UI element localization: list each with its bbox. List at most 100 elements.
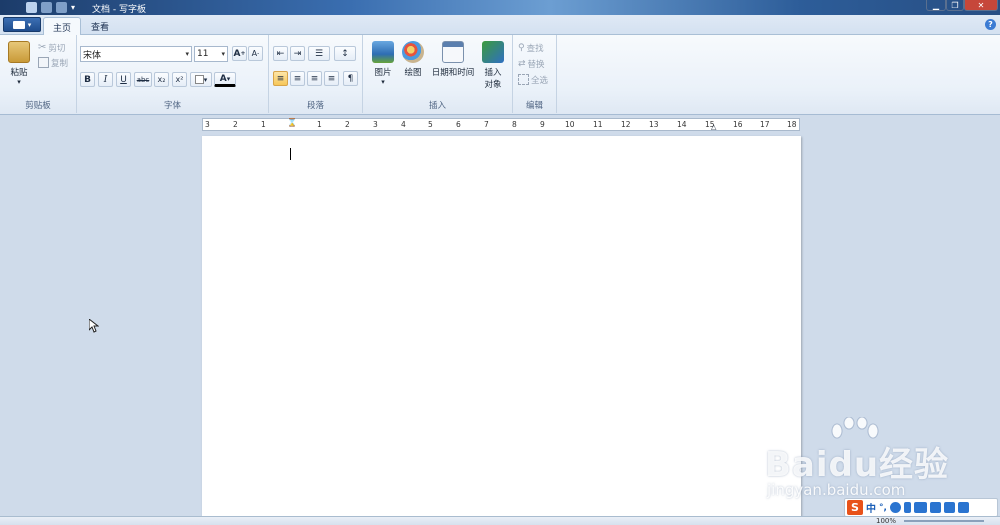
cut-label: 剪切	[48, 43, 66, 54]
zoom-level: 100%	[875, 517, 896, 525]
decrease-indent-icon[interactable]: ⇤	[273, 46, 288, 61]
find-button[interactable]: ⚲ 查找	[518, 41, 544, 54]
paste-button[interactable]: 粘贴 ▾	[5, 41, 33, 86]
subscript-button[interactable]: x₂	[154, 72, 169, 87]
font-group-label: 字体	[163, 101, 181, 111]
picture-label: 图片	[374, 68, 392, 78]
zoom-slider[interactable]	[904, 520, 984, 522]
microphone-icon[interactable]	[903, 502, 911, 513]
punctuation-icon[interactable]: °,	[879, 503, 887, 513]
highlighter-icon	[194, 75, 204, 84]
strikethrough-button[interactable]: abc	[134, 72, 152, 87]
ruler-label: 3	[373, 120, 378, 129]
line-spacing-icon[interactable]: ↕	[334, 46, 356, 61]
insert-datetime-button[interactable]: 日期和时间	[429, 41, 477, 78]
find-label: 查找	[526, 43, 544, 54]
select-all-label: 全选	[531, 75, 549, 86]
select-all-button[interactable]: 全选	[518, 73, 548, 86]
sogou-logo-icon[interactable]: S	[847, 500, 863, 515]
increase-indent-icon[interactable]: ⇥	[290, 46, 305, 61]
ruler[interactable]: 3 2 1 ⌛ 1 2 3 4 5 6 7 8 9 10 11 12 13 14…	[202, 118, 800, 131]
tab-home[interactable]: 主页	[43, 17, 82, 36]
insert-group: 图片 ▾ 绘图 日期和时间 插入 对象 插入	[363, 35, 513, 113]
bold-button[interactable]: B	[80, 72, 95, 87]
scissors-icon: ✂	[38, 42, 47, 53]
object-label-line1: 插入	[484, 68, 502, 78]
align-right-icon[interactable]: ≡	[307, 71, 322, 86]
superscript-button[interactable]: x²	[172, 72, 187, 87]
watermark: Baidu经验 jingyan.baidu.com	[765, 417, 995, 502]
highlight-color-button[interactable]: ▾	[190, 72, 212, 87]
editing-group-label: 编辑	[525, 101, 543, 111]
picture-icon	[372, 41, 394, 63]
customize-quick-access-icon[interactable]: ▾	[71, 3, 75, 12]
watermark-brand: Baidu经验	[765, 445, 950, 485]
ruler-label: 2	[345, 120, 350, 129]
justify-icon[interactable]: ≡	[324, 71, 339, 86]
maximize-button[interactable]: ❐	[946, 0, 964, 11]
copy-button[interactable]: 复制	[38, 56, 68, 69]
wrench-icon[interactable]	[957, 502, 969, 513]
document-page[interactable]	[202, 136, 801, 525]
grow-font-icon[interactable]: A +	[232, 46, 247, 61]
shirt-icon[interactable]	[943, 502, 955, 513]
editing-group: ⚲ 查找 ⇄ 替换 全选 编辑	[513, 35, 557, 113]
font-group: 宋体 ▾ 11 ▾ A + A- B I U abc x₂ x² ▾ A ▾ 字体	[77, 35, 269, 113]
font-family-select[interactable]: 宋体 ▾	[80, 46, 192, 62]
insert-picture-button[interactable]: 图片 ▾	[369, 41, 397, 86]
text-color-button[interactable]: A ▾	[214, 72, 236, 87]
help-icon[interactable]: ?	[985, 19, 996, 30]
align-center-icon[interactable]: ≡	[290, 71, 305, 86]
close-button[interactable]: ✕	[964, 0, 998, 11]
underline-button[interactable]: U	[116, 72, 131, 87]
chevron-down-icon: ▾	[203, 75, 208, 84]
replace-button[interactable]: ⇄ 替换	[518, 57, 545, 70]
minimize-button[interactable]: ▁	[926, 0, 946, 11]
font-size-value: 11	[197, 49, 209, 59]
copy-icon	[38, 57, 49, 68]
ribbon-tab-row: ▾ 主页 查看 ?	[0, 15, 1000, 36]
chevron-down-icon: ▾	[381, 78, 385, 86]
right-indent-marker[interactable]: △	[711, 123, 716, 131]
undo-icon[interactable]	[41, 2, 52, 13]
font-size-select[interactable]: 11 ▾	[194, 46, 228, 62]
font-family-value: 宋体	[83, 50, 102, 61]
ime-language-toggle[interactable]: 中	[866, 500, 876, 515]
insert-object-button[interactable]: 插入 对象	[479, 41, 507, 90]
user-icon[interactable]	[929, 502, 941, 513]
binoculars-icon: ⚲	[518, 42, 525, 53]
bullet-list-icon[interactable]: ☰	[308, 46, 330, 61]
tab-view[interactable]: 查看	[82, 17, 118, 36]
text-color-icon: A	[219, 73, 227, 84]
clipboard-group: 粘贴 ▾ ✂ 剪切 复制 剪贴板	[0, 35, 77, 113]
ruler-label: 4	[401, 120, 406, 129]
calendar-icon	[442, 41, 464, 63]
align-left-icon[interactable]: ≡	[273, 71, 288, 86]
chevron-down-icon: ▾	[27, 20, 32, 29]
first-line-indent-marker[interactable]: ⌛	[287, 118, 297, 127]
insert-group-label: 插入	[428, 101, 446, 111]
clipboard-icon	[8, 41, 30, 63]
chevron-down-icon: ▾	[226, 74, 231, 83]
redo-icon[interactable]	[56, 2, 67, 13]
emoji-icon[interactable]	[889, 502, 901, 513]
ruler-label: 7	[484, 120, 489, 129]
ruler-label: 12	[621, 120, 631, 129]
clipboard-group-label: 剪贴板	[25, 101, 51, 111]
save-icon[interactable]	[26, 2, 37, 13]
ruler-label: 11	[593, 120, 603, 129]
application-menu-button[interactable]: ▾	[3, 17, 41, 32]
keyboard-icon[interactable]	[913, 502, 927, 513]
insert-paint-drawing-button[interactable]: 绘图	[399, 41, 427, 78]
paragraph-settings-icon[interactable]: ¶	[343, 71, 358, 86]
ruler-label: 1	[317, 120, 322, 129]
ruler-label: 2	[233, 120, 238, 129]
cut-button[interactable]: ✂ 剪切	[38, 41, 65, 54]
datetime-label: 日期和时间	[431, 68, 475, 78]
ruler-label: 10	[565, 120, 575, 129]
shrink-font-icon[interactable]: A-	[248, 46, 263, 61]
mouse-pointer-icon	[89, 319, 99, 333]
object-icon	[482, 41, 504, 63]
ruler-label: 3	[205, 120, 210, 129]
italic-button[interactable]: I	[98, 72, 113, 87]
